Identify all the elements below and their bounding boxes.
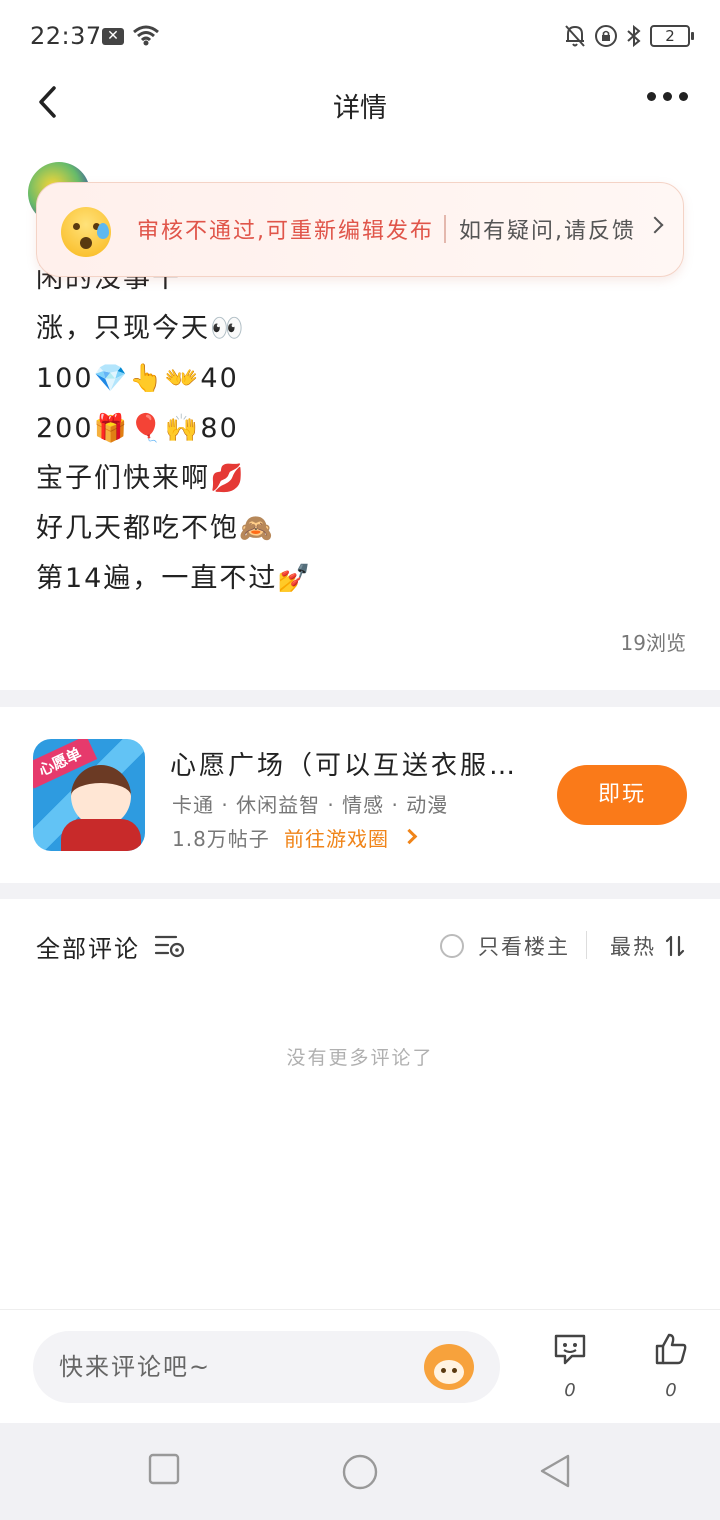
bell-off-icon: [565, 25, 585, 47]
feedback-link[interactable]: 如有疑问,请反馈: [459, 213, 636, 245]
rejection-message: 审核不通过,可重新编辑发布: [137, 219, 434, 244]
game-post-count: 1.8万帖子: [172, 827, 270, 851]
post-text: 闲的没事干 涨，只现今天👀 100💎👆👐40 200🎁🎈🙌80 宝子们快来啊💋 …: [36, 254, 313, 604]
header: 详情: [0, 72, 720, 132]
wifi-icon: [133, 25, 159, 46]
divider: [586, 931, 587, 959]
comments-title: 全部评论: [36, 935, 140, 963]
more-dot: [647, 92, 656, 101]
system-nav-bar: [0, 1423, 720, 1520]
post-line: 100💎👆👐40: [36, 363, 239, 394]
comment-icon: [554, 1334, 586, 1365]
chevron-right-icon: [646, 216, 664, 234]
post-line: 宝子们快来啊💋: [36, 463, 246, 494]
chevron-right-icon: [401, 828, 418, 845]
more-button[interactable]: [647, 92, 688, 101]
recents-icon[interactable]: [148, 1453, 180, 1485]
game-tags: 卡通 · 休闲益智 · 情感 · 动漫: [172, 793, 449, 817]
sweat-drop-icon: [97, 223, 109, 239]
comment-count: 0: [564, 1380, 576, 1401]
comment-bar: 0 0: [0, 1309, 720, 1423]
only-host-radio[interactable]: [440, 934, 464, 958]
divider: [444, 215, 446, 243]
comment-button[interactable]: 0: [540, 1332, 600, 1401]
page-title: 详情: [333, 93, 387, 124]
sort-icon: [665, 935, 685, 957]
character-body: [61, 819, 141, 851]
rotation-lock-icon: [595, 25, 617, 47]
post-line: 200🎁🎈🙌80: [36, 413, 239, 444]
back-nav-icon[interactable]: [538, 1453, 572, 1489]
post-line: 好几天都吃不饱🙈: [36, 513, 275, 544]
only-host-label: 只看楼主: [478, 935, 570, 959]
post-line: 涨，只现今天👀: [36, 313, 246, 344]
status-time: 22:37: [30, 22, 102, 50]
comments-section: 全部评论 只看楼主 最热 没有更多评论了: [0, 899, 720, 1309]
review-rejected-banner[interactable]: 审核不通过,可重新编辑发布 如有疑问,请反馈: [36, 182, 684, 277]
sort-label: 最热: [610, 935, 656, 959]
x-box-icon: ✕: [102, 28, 124, 45]
more-dot: [663, 92, 672, 101]
home-icon[interactable]: [341, 1453, 379, 1491]
battery-indicator: 2: [650, 25, 694, 47]
character-face: [71, 765, 131, 827]
thumbs-up-icon: [655, 1333, 687, 1365]
game-icon[interactable]: 心愿单: [33, 739, 145, 851]
filter-icon[interactable]: [154, 933, 186, 959]
sort-button[interactable]: 最热: [610, 931, 686, 961]
game-card[interactable]: 心愿单 心愿广场（可以互送衣服… 卡通 · 休闲益智 · 情感 · 动漫 1.8…: [0, 707, 720, 883]
game-circle-link[interactable]: 前往游戏圈: [284, 823, 389, 852]
section-divider: [0, 883, 720, 899]
mascot-emoji-icon[interactable]: [424, 1344, 474, 1390]
view-count: 19浏览: [620, 631, 686, 655]
post-line: 第14遍，一直不过💅: [36, 563, 313, 594]
status-icons: 2: [564, 24, 694, 48]
game-name[interactable]: 心愿广场（可以互送衣服…: [170, 745, 518, 782]
play-button[interactable]: 即玩: [557, 765, 687, 825]
only-host-toggle[interactable]: 只看楼主: [440, 931, 570, 961]
like-count: 0: [665, 1380, 677, 1401]
bluetooth-icon: [627, 24, 641, 48]
more-dot: [679, 92, 688, 101]
status-bar: 22:37 ✕ 2: [0, 0, 720, 72]
section-divider: [0, 690, 720, 707]
no-more-comments: 没有更多评论了: [286, 1047, 434, 1069]
like-button[interactable]: 0: [641, 1332, 701, 1401]
